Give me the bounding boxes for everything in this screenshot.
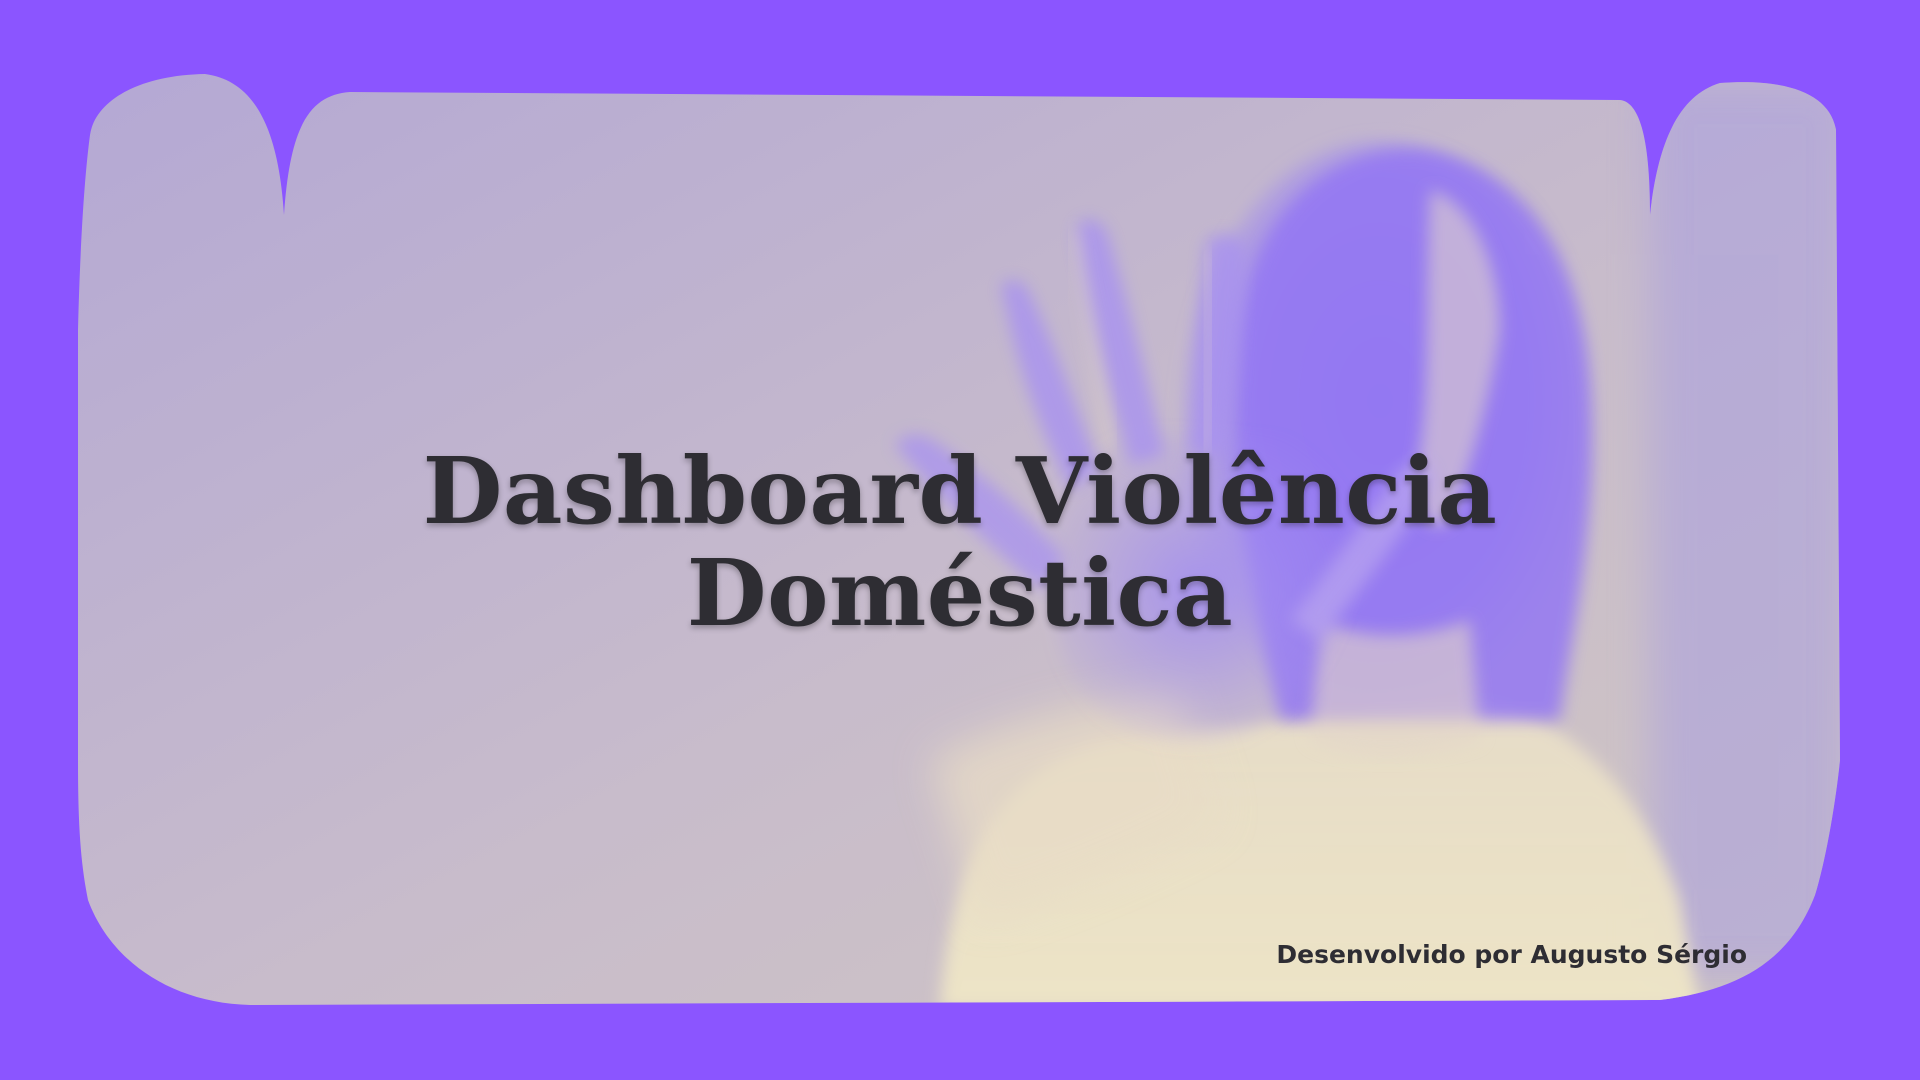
author-credit: Desenvolvido por Augusto Sérgio (1276, 940, 1747, 969)
page-title-line-1: Dashboard Violência (422, 437, 1498, 545)
title-slide: Dashboard Violência Doméstica Desenvolvi… (0, 0, 1920, 1080)
page-title-line-2: Doméstica (686, 539, 1234, 647)
page-title: Dashboard Violência Doméstica (360, 440, 1560, 644)
